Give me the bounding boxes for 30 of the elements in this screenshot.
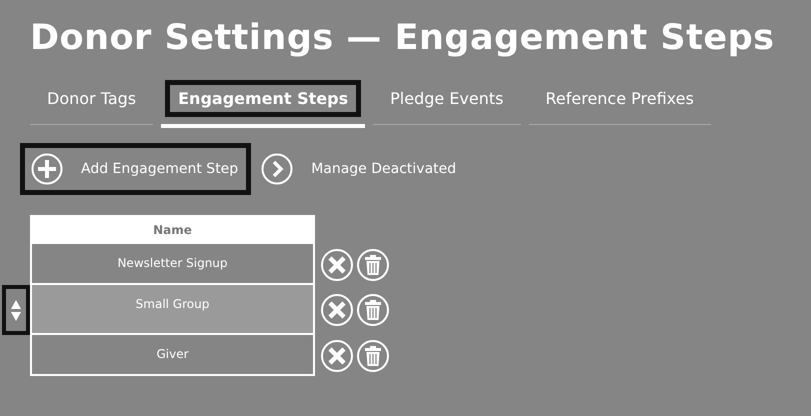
x-icon bbox=[327, 300, 347, 320]
x-icon bbox=[327, 346, 347, 366]
tab-label: Engagement Steps bbox=[165, 80, 362, 117]
trash-icon bbox=[365, 346, 381, 366]
reorder-handle[interactable] bbox=[2, 285, 30, 335]
chevron-circle-icon bbox=[261, 153, 294, 185]
table-cell: Giver bbox=[30, 335, 315, 376]
deactivate-button[interactable] bbox=[321, 248, 353, 280]
page-title: Donor Settings — Engagement Steps bbox=[30, 18, 776, 58]
tab[interactable]: Pledge Events bbox=[373, 80, 520, 125]
manage-deactivated-link[interactable]: Manage Deactivated bbox=[261, 153, 456, 185]
x-icon bbox=[327, 254, 347, 274]
add-step-button[interactable]: Add Engagement Step bbox=[20, 143, 252, 195]
deactivate-button[interactable] bbox=[321, 294, 353, 326]
tab[interactable]: Engagement Steps bbox=[161, 80, 366, 128]
delete-button[interactable] bbox=[357, 340, 389, 372]
tab-label: Donor Tags bbox=[34, 80, 150, 117]
delete-button[interactable] bbox=[357, 294, 389, 326]
table-cell: Small Group bbox=[30, 285, 315, 335]
plus-circle-icon bbox=[31, 153, 63, 185]
tab[interactable]: Reference Prefixes bbox=[528, 80, 711, 125]
deactivate-button[interactable] bbox=[321, 340, 353, 372]
trash-icon bbox=[365, 300, 381, 320]
delete-button[interactable] bbox=[357, 248, 389, 280]
column-header: Name bbox=[30, 215, 315, 244]
tab[interactable]: Donor Tags bbox=[30, 80, 154, 125]
tab-label: Pledge Events bbox=[377, 80, 516, 117]
table-cell: Newsletter Signup bbox=[30, 244, 315, 285]
tab-label: Reference Prefixes bbox=[532, 80, 707, 117]
trash-icon bbox=[365, 254, 381, 274]
